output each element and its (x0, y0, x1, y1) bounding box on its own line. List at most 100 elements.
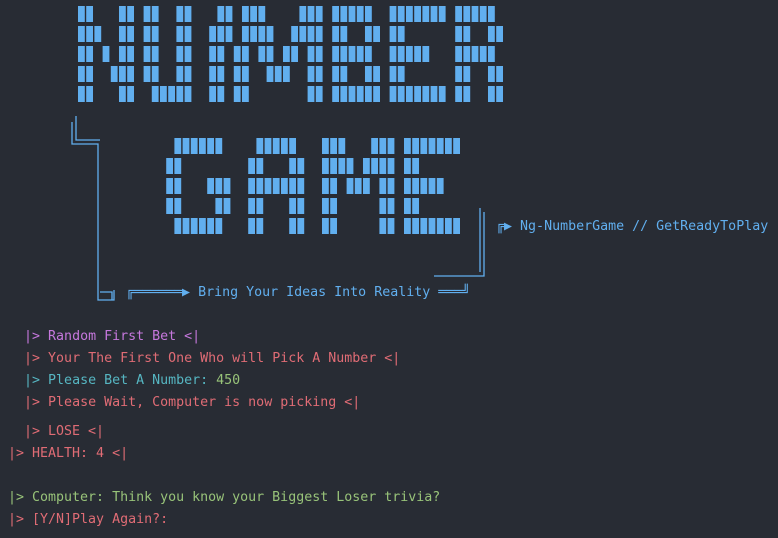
banner-block (307, 6, 315, 22)
banner-block (127, 46, 134, 62)
banner-block (299, 26, 307, 42)
banner-block (207, 138, 214, 154)
banner-block (496, 86, 503, 102)
banner-block (78, 6, 85, 22)
banner-block (389, 46, 397, 62)
banner-block (315, 46, 323, 62)
banner-block (348, 6, 356, 22)
banner-block (340, 46, 348, 62)
banner-block (151, 6, 159, 22)
banner-block (289, 138, 296, 154)
banner-block (379, 138, 387, 154)
banner-block (445, 138, 452, 154)
banner-block (338, 138, 346, 154)
banner-block (373, 66, 380, 82)
banner-block (184, 6, 192, 22)
banner-block (215, 218, 223, 234)
banner-block (404, 178, 411, 194)
banner-block (387, 158, 395, 174)
app-tag: Ng-NumberGame // GetReadyToPlay (520, 219, 769, 234)
banner-block (455, 86, 462, 102)
banner-block (78, 46, 85, 62)
banner-block (174, 138, 182, 154)
banner-block (256, 218, 264, 234)
banner-block (397, 86, 405, 102)
banner-block (297, 218, 305, 234)
banner-block (453, 218, 460, 234)
banner-block (365, 66, 372, 82)
banner-block (438, 86, 446, 102)
banner-block (365, 26, 372, 42)
banner-block (471, 6, 479, 22)
banner-block (330, 218, 337, 234)
banner-block (315, 6, 323, 22)
banner-block (332, 66, 339, 82)
banner-block (412, 138, 419, 154)
banner-block (78, 26, 85, 42)
banner-block (86, 86, 93, 102)
banner-block (488, 66, 495, 82)
banner-block (322, 138, 329, 154)
banner-block (455, 26, 462, 42)
banner-block (119, 46, 126, 62)
banner-block (242, 6, 249, 22)
health-line: |> HEALTH: 4 <| (8, 446, 129, 461)
banner-block (387, 198, 395, 214)
banner-block (379, 178, 387, 194)
banner-block (143, 6, 151, 22)
banner-block (330, 138, 337, 154)
banner-block (404, 138, 411, 154)
banner-block (143, 66, 151, 82)
banner-block (223, 198, 231, 214)
banner-block (166, 178, 173, 194)
banner-block (176, 86, 184, 102)
banner-block (397, 26, 405, 42)
banner-block (365, 86, 372, 102)
prompt-marker: |> (24, 395, 41, 410)
banner-block (340, 86, 348, 102)
banner-block (209, 86, 216, 102)
banner-block (119, 86, 126, 102)
banner-block (455, 66, 462, 82)
banner-block (299, 6, 307, 22)
banner-block (86, 6, 93, 22)
banner-block (143, 46, 151, 62)
banner-block (322, 198, 329, 214)
banner-block (256, 178, 264, 194)
banner-block (274, 66, 282, 82)
banner-block (455, 6, 462, 22)
banner-block (289, 178, 296, 194)
banner-block (250, 6, 257, 22)
banner-block (242, 66, 249, 82)
banner-block (340, 26, 348, 42)
banner-block (338, 158, 346, 174)
banner-block (471, 46, 479, 62)
banner-block (354, 178, 362, 194)
banner-block (422, 46, 430, 62)
banner-block (160, 86, 167, 102)
banner-block (199, 218, 206, 234)
banner-block (184, 66, 192, 82)
banner-block (182, 218, 190, 234)
banner-block (242, 26, 249, 42)
slogan-line: ╔══════▶ Bring Your Ideas Into Reality ═… (126, 285, 471, 300)
app-tag-line: ╔▶ Ng-NumberGame // GetReadyToPlay (496, 219, 769, 234)
banner-block (289, 218, 296, 234)
banner-block (496, 26, 503, 42)
banner-block (387, 218, 395, 234)
wait-message: Please Wait, Computer is now picking <| (48, 395, 361, 410)
banner-block (406, 46, 413, 62)
banner-block (414, 86, 421, 102)
banner-block (217, 46, 225, 62)
banner-block (119, 66, 126, 82)
banner-block (272, 138, 280, 154)
play-again-prompt[interactable]: |> [Y/N]Play Again?: (8, 512, 168, 527)
banner-frame-line (75, 116, 100, 141)
banner-block (190, 138, 198, 154)
banner-block (463, 46, 471, 62)
banner-block (217, 26, 225, 42)
banner-block (315, 26, 323, 42)
banner-block (332, 86, 339, 102)
banner-block (281, 178, 288, 194)
banner-block (289, 158, 296, 174)
